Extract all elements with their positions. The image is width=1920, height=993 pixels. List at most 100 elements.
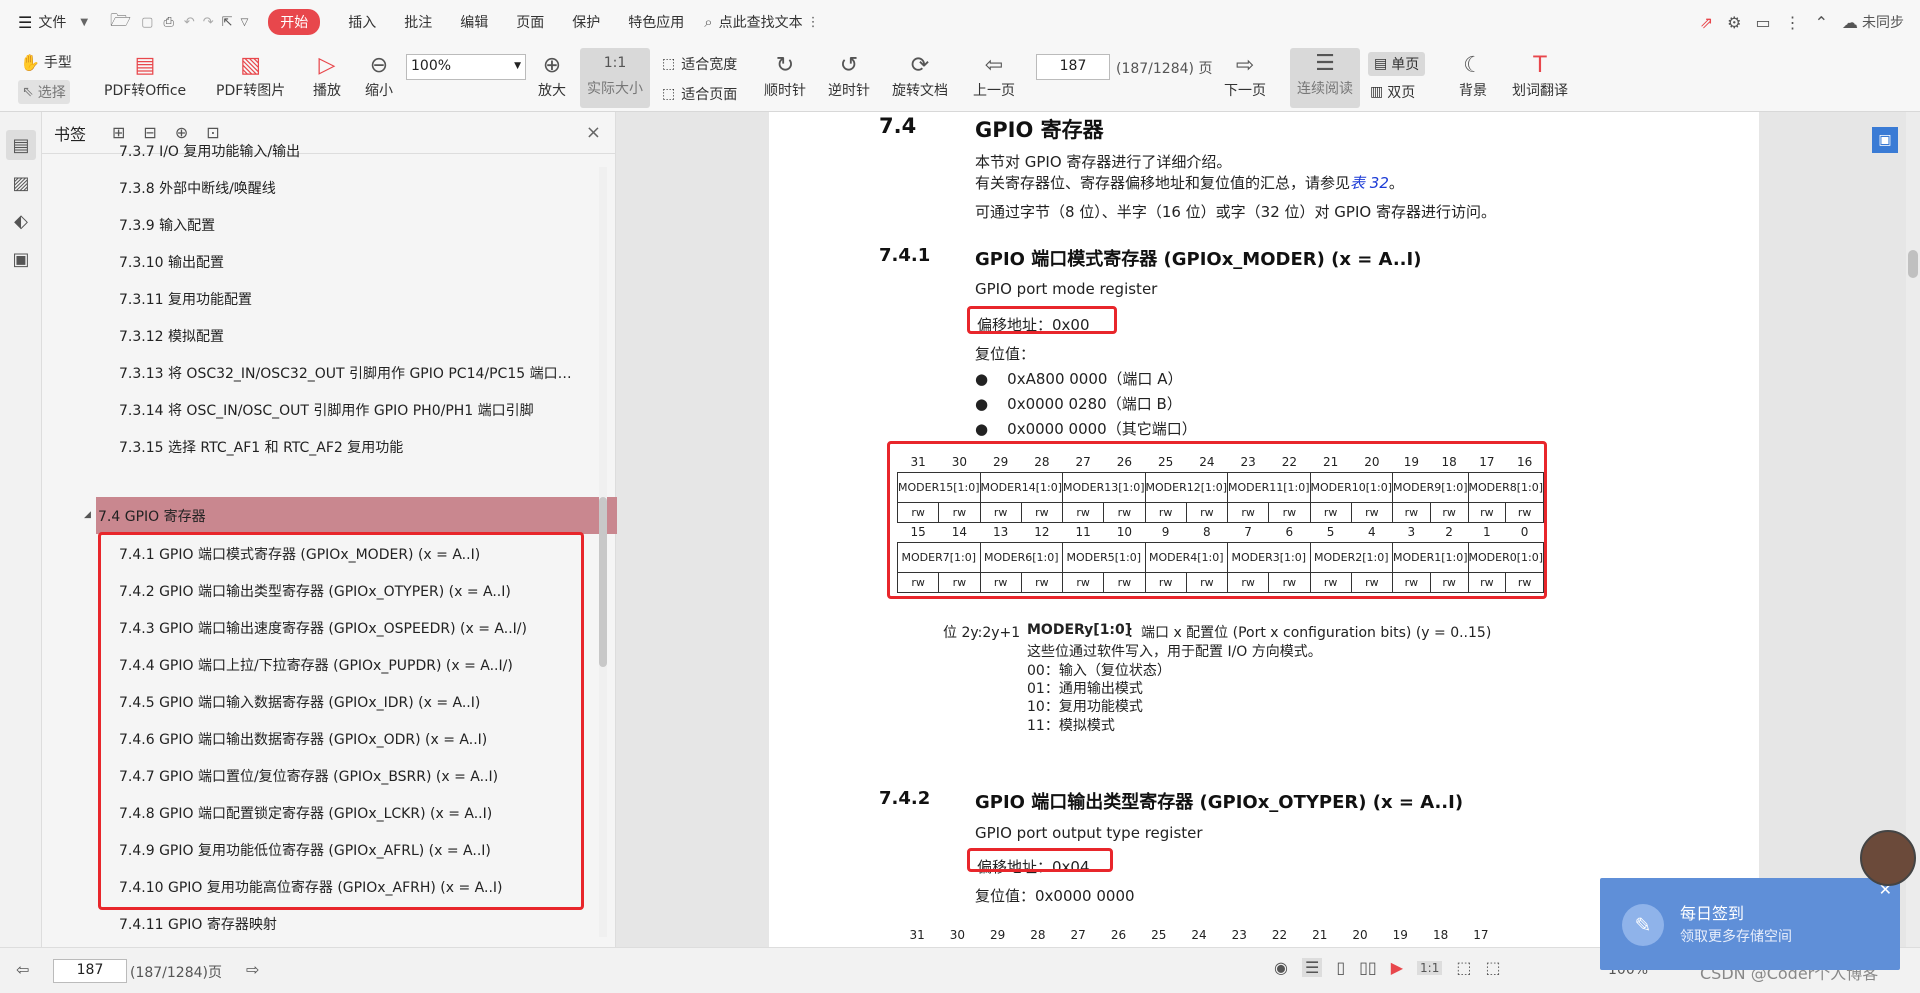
folder-icon[interactable]: 🗁 [110,8,131,37]
collapse-all-icon[interactable]: ⊟ [143,123,156,142]
thumbnail-icon[interactable]: ▨ [6,168,36,198]
avatar[interactable] [1860,830,1916,886]
cursor-icon: ⇖ [22,84,34,100]
highlight-box [98,532,584,910]
undo-icon[interactable]: ↶ [184,15,195,30]
actual-size-icon[interactable]: 1:1 [1417,960,1443,975]
redo-icon[interactable]: ↷ [203,15,214,30]
bookmark-item[interactable]: 7.3.14 将 OSC_IN/OSC_OUT 引脚用作 GPIO PH0/PH… [119,400,629,420]
bookmark-item[interactable]: 7.3.13 将 OSC32_IN/OSC32_OUT 引脚用作 GPIO PC… [119,363,629,383]
pdf-to-image-button[interactable]: ▧ PDF转图片 [216,50,285,100]
add-bookmark-icon[interactable]: ⊕ [175,123,188,142]
bit-number: 30 [951,454,968,469]
menu-comment[interactable]: 批注 [404,12,432,32]
tag-icon[interactable]: ⬖ [6,206,36,236]
print-icon[interactable]: ⎙ [163,15,173,30]
save-icon[interactable]: ▢ [141,15,153,30]
clockwise-button[interactable]: ↻ 顺时针 [764,50,806,100]
cloud-icon[interactable]: ☁ [1842,13,1858,32]
bookmark-item[interactable]: 7.3.15 选择 RTC_AF1 和 RTC_AF2 复用功能 [119,437,629,457]
actual-size-button[interactable]: 1:1 实际大小 [580,48,650,108]
translate-button[interactable]: T 划词翻译 [1512,50,1568,100]
menu-special[interactable]: 特色应用 [628,12,684,32]
hand-label: 手型 [43,55,72,71]
counter-clockwise-button[interactable]: ↺ 逆时针 [828,50,870,100]
bookmark-panel-icon[interactable]: ▤ [6,130,36,160]
expand-arrow-icon[interactable]: ◢ [84,510,91,520]
single-page-icon[interactable]: ▯ [1336,958,1345,977]
zoom-in-button[interactable]: ⊕ 放大 [537,50,567,100]
hand-tool[interactable]: ✋ 手型 [20,52,72,72]
gear-icon[interactable]: ⚙ [1727,13,1741,32]
zoom-out-button[interactable]: ⊖ 缩小 [364,50,394,100]
bookmark-item[interactable]: 7.3.10 输出配置 [119,252,629,272]
rotate-doc-icon: ⟳ [910,52,930,78]
menu-protect[interactable]: 保护 [572,12,600,32]
select-tool[interactable]: ⇖ 选择 [18,80,70,104]
bookmark-settings-icon[interactable]: ⊡ [206,123,219,142]
status-page-input[interactable]: 187 [53,959,127,983]
reset-value: 复位值：0x0000 0000 [975,887,1135,905]
export-icon[interactable]: ⇱ [222,15,233,30]
bookmark-item[interactable]: 7.4.11 GPIO 寄存器映射 [119,914,629,934]
prev-page-button[interactable]: ⇦ 上一页 [973,50,1015,100]
chat-icon[interactable]: ▭ [1755,13,1770,32]
continuous-icon[interactable]: ☰ [1301,958,1323,977]
fit-page-icon[interactable]: ⬚ [1456,958,1471,977]
bookmark-item[interactable]: 7.3.11 复用功能配置 [119,289,629,309]
play-button[interactable]: ▷ 播放 [312,50,342,100]
continuous-read-button[interactable]: ☰ 连续阅读 [1290,48,1360,108]
scroll-thumb[interactable] [599,497,607,667]
bit-number: 22 [1281,454,1298,469]
menu-start[interactable]: 开始 [268,9,321,35]
bookmark-item[interactable]: 7.3.9 输入配置 [119,215,629,235]
fit-page-button[interactable]: ⬚ 适合页面 [662,84,737,104]
zoom-select[interactable]: 100% ▼ [406,54,526,80]
search-input[interactable]: 点此查找文本 [719,12,803,32]
single-page-button[interactable]: ▤ 单页 [1368,52,1426,76]
quick-menu-icon[interactable]: ▽ [241,17,249,28]
checkin-toast[interactable]: ✎ 每日签到 领取更多存储空间 ✕ [1600,878,1900,970]
arrow-left-icon[interactable]: ⇦ [16,960,29,979]
register-field: MODER13[1:0] [1062,471,1146,503]
double-page-label: 双页 [1387,85,1416,101]
play-icon[interactable]: ▶ [1391,958,1403,977]
bookmark-item[interactable]: 7.3.8 外部中断线/唤醒线 [119,178,629,198]
double-page-icon: ▥ [1370,84,1384,100]
attachment-icon[interactable]: ▣ [6,244,36,274]
menu-icon[interactable]: ☰ [18,13,32,32]
side-tool-icon[interactable]: ▣ [1872,127,1898,153]
menu-page[interactable]: 页面 [516,12,544,32]
doc-scroll-thumb[interactable] [1908,250,1918,278]
menu-file[interactable]: 文件 [38,12,66,32]
doc-scrollbar[interactable] [1906,112,1920,947]
rotate-doc-button[interactable]: ⟳ 旋转文档 [892,50,948,100]
bookmark-item[interactable]: 7.3.12 模拟配置 [119,326,629,346]
pdf-to-office-button[interactable]: ▤ PDF转Office [104,50,186,100]
menu-insert[interactable]: 插入 [348,12,376,32]
close-icon[interactable]: × [586,122,601,143]
menu-edit[interactable]: 编辑 [460,12,488,32]
page-input[interactable]: 187 [1036,54,1110,80]
more-icon[interactable]: ⋮ [807,15,820,30]
intro-text-b: 。 [1388,174,1404,192]
double-page-icon[interactable]: ▯▯ [1359,958,1377,977]
background-button[interactable]: ☾ 背景 [1458,50,1488,100]
more-vert-icon[interactable]: ⋮ [1785,13,1801,32]
next-page-button[interactable]: ⇨ 下一页 [1224,50,1266,100]
fit-width-icon[interactable]: ⬚ [1485,958,1500,977]
share-icon[interactable]: ⇗ [1700,13,1713,32]
bookmark-item-selected[interactable]: 7.4 GPIO 寄存器 [98,506,608,526]
sync-status[interactable]: 未同步 [1862,12,1904,32]
table-link[interactable]: 表 32 [1350,174,1389,192]
bookmark-scrollbar[interactable] [599,167,607,937]
bit-number: 27 [1075,454,1091,469]
double-page-button[interactable]: ▥ 双页 [1370,82,1415,102]
collapse-icon[interactable]: ⌃ [1815,13,1828,32]
arrow-right-icon[interactable]: ⇨ [246,960,259,979]
expand-all-icon[interactable]: ⊞ [112,123,125,142]
fit-width-button[interactable]: ⬚ 适合宽度 [662,54,737,74]
bookmark-item[interactable]: 7.3.7 I/O 复用功能输入/输出 [119,141,629,161]
eye-icon[interactable]: ◉ [1274,958,1288,977]
access-cell: rw [896,501,940,523]
